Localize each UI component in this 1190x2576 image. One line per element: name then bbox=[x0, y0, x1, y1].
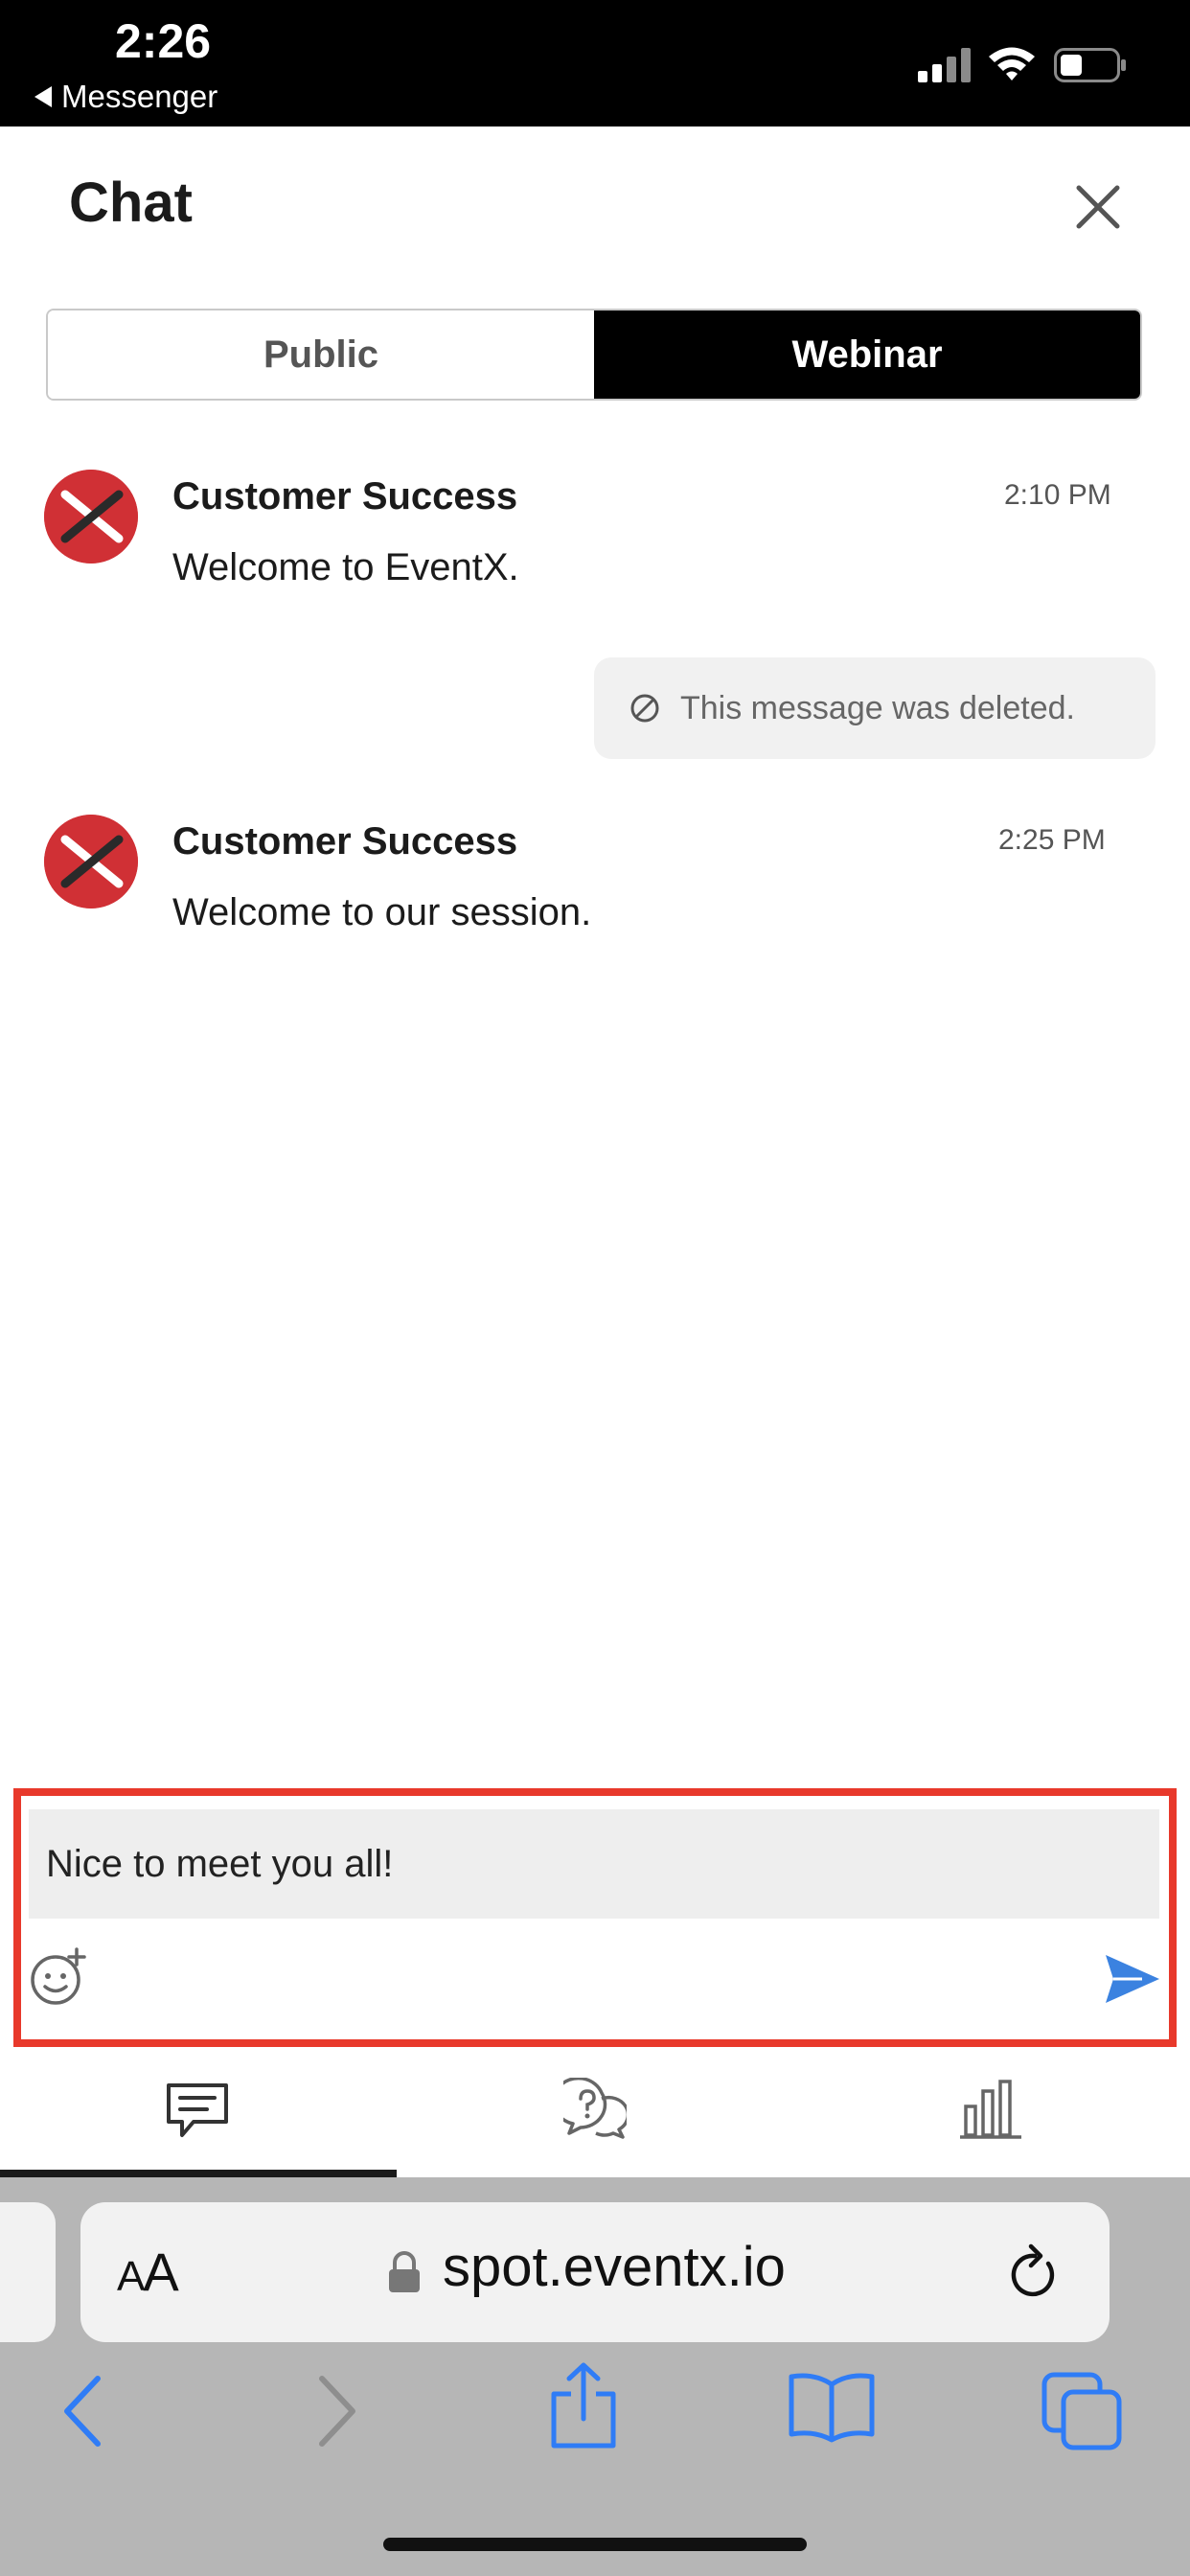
close-icon[interactable] bbox=[1069, 178, 1127, 236]
share-icon[interactable] bbox=[548, 2361, 619, 2450]
browser-forward-icon[interactable] bbox=[314, 2373, 360, 2450]
chat-icon[interactable] bbox=[165, 2080, 230, 2143]
bookmarks-icon[interactable] bbox=[788, 2371, 876, 2444]
tab-public[interactable]: Public bbox=[48, 310, 594, 399]
message-sender: Customer Success bbox=[172, 475, 518, 518]
deleted-message-text: This message was deleted. bbox=[680, 689, 1075, 726]
previous-tab-preview[interactable] bbox=[0, 2202, 56, 2342]
text-size-button[interactable]: AA bbox=[117, 2241, 179, 2303]
message-text: Welcome to EventX. bbox=[172, 546, 519, 588]
send-icon[interactable] bbox=[1104, 1953, 1161, 2005]
sender-avatar-logo-icon bbox=[44, 470, 138, 564]
active-tab-indicator bbox=[0, 2170, 397, 2177]
message-sender: Customer Success bbox=[172, 820, 518, 862]
chat-title: Chat bbox=[69, 172, 193, 234]
back-app-label: Messenger bbox=[61, 79, 218, 114]
message-time: 2:25 PM bbox=[998, 824, 1106, 856]
url-text[interactable]: spot.eventx.io bbox=[443, 2235, 786, 2299]
emoji-add-icon[interactable] bbox=[29, 1947, 88, 2007]
question-bubbles-icon[interactable] bbox=[563, 2078, 627, 2141]
chat-tabs: Public Webinar bbox=[46, 309, 1142, 401]
home-indicator bbox=[383, 2538, 807, 2551]
poll-chart-icon[interactable] bbox=[960, 2078, 1021, 2141]
message-time: 2:10 PM bbox=[1004, 479, 1111, 511]
aa-small: A bbox=[117, 2253, 145, 2300]
battery-icon bbox=[1054, 48, 1126, 82]
message-input[interactable]: Nice to meet you all! bbox=[29, 1809, 1159, 1919]
deleted-message-bubble: This message was deleted. bbox=[594, 657, 1156, 759]
reload-icon[interactable] bbox=[1006, 2242, 1064, 2304]
cellular-signal-icon bbox=[918, 48, 971, 82]
aa-big: A bbox=[143, 2242, 178, 2302]
browser-back-icon[interactable] bbox=[59, 2373, 105, 2450]
sender-avatar-logo-icon bbox=[44, 815, 138, 908]
prohibited-icon bbox=[630, 694, 659, 723]
back-triangle-icon bbox=[34, 86, 52, 107]
message-text: Welcome to our session. bbox=[172, 891, 592, 933]
status-time: 2:26 bbox=[115, 14, 212, 68]
back-to-app-link[interactable]: Messenger bbox=[34, 79, 217, 115]
tabs-overview-icon[interactable] bbox=[1041, 2371, 1123, 2451]
lock-icon bbox=[389, 2251, 420, 2292]
tab-webinar[interactable]: Webinar bbox=[594, 310, 1140, 399]
wifi-icon bbox=[989, 47, 1035, 80]
